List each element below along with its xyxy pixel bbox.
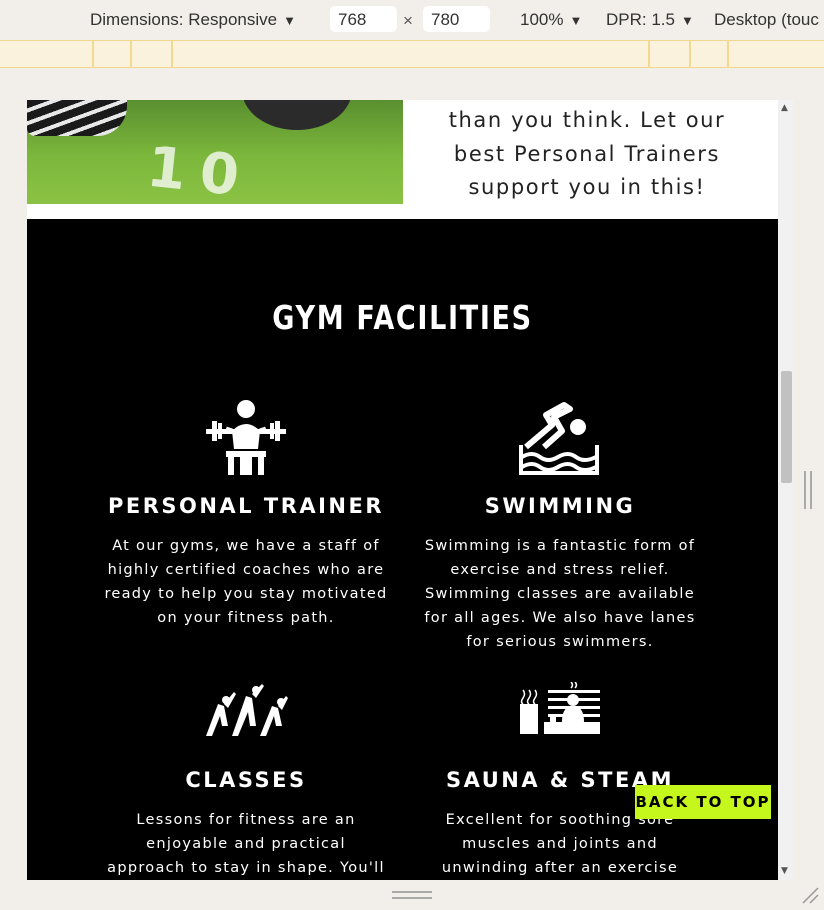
media-query-divider bbox=[92, 41, 94, 68]
chevron-down-icon: ▼ bbox=[283, 13, 296, 28]
media-query-divider bbox=[727, 41, 729, 68]
description-line: At our gyms, we have a staff of bbox=[112, 538, 380, 554]
facility-description: Lessons for fitness are an enjoyable and… bbox=[96, 808, 396, 880]
description-line: highly certified coaches who are bbox=[107, 562, 385, 578]
facilities-heading: GYM FACILITIES bbox=[272, 298, 533, 337]
about-text-line: support you in this! bbox=[468, 175, 706, 199]
facility-title: SWIMMING bbox=[484, 494, 636, 518]
description-line: approach to stay in shape. You'll bbox=[107, 860, 385, 876]
devtools-toolbar: Dimensions: Responsive ▼ 768 × 780 100% ▼ … bbox=[0, 0, 824, 40]
about-text: than you think. Let our best Personal Tr… bbox=[427, 104, 747, 205]
description-line: on your fitness path. bbox=[157, 610, 335, 626]
dpr-label: DPR: 1.5 bbox=[606, 10, 675, 29]
media-query-divider bbox=[689, 41, 691, 68]
height-input[interactable]: 780 bbox=[423, 6, 490, 32]
field-number: 10 bbox=[143, 134, 257, 204]
description-line: Lessons for fitness are an bbox=[136, 812, 356, 828]
media-query-divider bbox=[130, 41, 132, 68]
times-sign: × bbox=[403, 11, 413, 30]
device-mode-label: Desktop (touc bbox=[714, 10, 819, 29]
about-text-line: best Personal Trainers bbox=[453, 141, 721, 166]
chevron-down-icon: ▼ bbox=[569, 13, 583, 28]
description-line: for all ages. We also have lanes bbox=[424, 610, 696, 626]
page-viewport: 10 than you think. Let our best Personal… bbox=[27, 100, 778, 880]
soccer-field-image: 10 bbox=[27, 100, 403, 204]
media-query-divider bbox=[171, 41, 173, 68]
group-exercise-icon bbox=[206, 684, 288, 736]
description-line: ready to help you stay motivated bbox=[104, 586, 388, 602]
zoom-label: 100% bbox=[520, 10, 564, 29]
description-line: Swimming is a fantastic form of bbox=[424, 538, 696, 554]
width-input[interactable]: 768 bbox=[330, 6, 397, 32]
description-line: Swimming classes are available bbox=[425, 586, 695, 602]
description-line: enjoyable and practical bbox=[146, 836, 346, 852]
dimensions-label: Dimensions: Responsive bbox=[90, 10, 278, 29]
media-query-divider bbox=[648, 41, 650, 68]
resize-handle-bottom[interactable] bbox=[392, 891, 432, 901]
dpr-dropdown[interactable]: DPR: 1.5 ▼ bbox=[606, 10, 694, 30]
zoom-dropdown[interactable]: 100% ▼ bbox=[520, 10, 582, 30]
description-line: muscles and joints and bbox=[462, 836, 658, 852]
dimensions-dropdown[interactable]: Dimensions: Responsive ▼ bbox=[90, 10, 296, 30]
about-section: 10 than you think. Let our best Personal… bbox=[27, 100, 778, 219]
scroll-down-arrow-icon[interactable]: ▼ bbox=[781, 866, 788, 876]
weightlifting-icon bbox=[206, 400, 286, 475]
chevron-down-icon: ▼ bbox=[680, 13, 694, 28]
facility-title: PERSONAL TRAINER bbox=[107, 494, 385, 518]
swimming-icon bbox=[519, 402, 599, 475]
facility-title: CLASSES bbox=[185, 768, 307, 792]
resize-handle-right[interactable] bbox=[804, 471, 814, 509]
resize-corner-icon[interactable] bbox=[801, 886, 819, 904]
facility-description: At our gyms, we have a staff of highly c… bbox=[96, 534, 396, 630]
ball-shape bbox=[242, 100, 352, 130]
about-text-line: than you think. Let our bbox=[448, 108, 726, 132]
sneaker-shape bbox=[27, 100, 127, 136]
description-line: for serious swimmers. bbox=[466, 634, 654, 650]
facility-description: Swimming is a fantastic form of exercise… bbox=[410, 534, 710, 654]
media-query-bar[interactable] bbox=[0, 40, 824, 68]
page-scrollbar[interactable]: ▲ ▼ bbox=[778, 100, 794, 880]
back-to-top-button[interactable]: BACK TO TOP bbox=[635, 785, 771, 819]
scroll-up-arrow-icon[interactable]: ▲ bbox=[781, 103, 788, 113]
description-line: exercise and stress relief. bbox=[450, 562, 670, 578]
scrollbar-thumb[interactable] bbox=[781, 371, 792, 483]
device-mode-dropdown[interactable]: Desktop (touc bbox=[714, 10, 819, 30]
sauna-icon bbox=[520, 682, 600, 734]
description-line: unwinding after an exercise bbox=[441, 860, 679, 876]
